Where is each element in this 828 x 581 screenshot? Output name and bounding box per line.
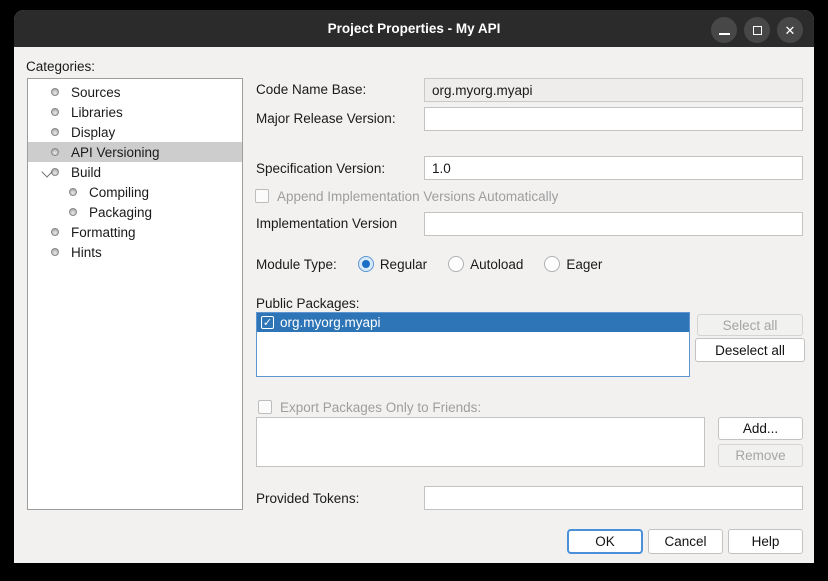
chevron-down-icon[interactable] <box>41 166 52 177</box>
category-bullet-icon <box>51 88 59 96</box>
tree-item-formatting[interactable]: Formatting <box>28 222 242 242</box>
tree-item-label: Compiling <box>89 185 149 200</box>
provided-tokens-label: Provided Tokens: <box>256 491 359 506</box>
add-button[interactable]: Add... <box>718 417 803 440</box>
code-name-base-field[interactable] <box>424 78 803 102</box>
tree-item-label: Packaging <box>89 205 152 220</box>
category-bullet-icon <box>69 188 77 196</box>
tree-item-label: Formatting <box>71 225 136 240</box>
category-bullet-icon <box>69 208 77 216</box>
checked-checkbox-icon[interactable]: ✓ <box>261 316 274 329</box>
module-type-regular[interactable]: Regular <box>358 256 427 272</box>
remove-button: Remove <box>718 444 803 467</box>
package-name: org.myorg.myapi <box>280 315 381 330</box>
export-friends-checkbox <box>258 400 272 414</box>
radio-label: Regular <box>380 257 427 272</box>
category-bullet-icon <box>51 228 59 236</box>
cancel-button[interactable]: Cancel <box>648 529 723 554</box>
categories-tree: Sources Libraries Display API Versioning… <box>27 78 243 510</box>
ok-button[interactable]: OK <box>567 529 643 554</box>
module-type-eager[interactable]: Eager <box>544 256 602 272</box>
radio-unselected-icon[interactable] <box>448 256 464 272</box>
category-bullet-icon <box>51 148 59 156</box>
friends-list-box[interactable] <box>256 417 705 467</box>
window-title: Project Properties - My API <box>328 21 501 36</box>
implementation-version-field[interactable] <box>424 212 803 236</box>
radio-selected-icon[interactable] <box>358 256 374 272</box>
tree-item-hints[interactable]: Hints <box>28 242 242 262</box>
module-type-label: Module Type: <box>256 257 337 272</box>
categories-label: Categories: <box>26 59 95 74</box>
tree-item-compiling[interactable]: Compiling <box>28 182 242 202</box>
code-name-base-label: Code Name Base: <box>256 82 366 97</box>
specification-version-field[interactable] <box>424 156 803 180</box>
minimize-icon <box>719 33 730 35</box>
tree-item-label: Sources <box>71 85 121 100</box>
radio-label: Eager <box>566 257 602 272</box>
tree-item-display[interactable]: Display <box>28 122 242 142</box>
tree-item-label: Build <box>71 165 101 180</box>
maximize-icon <box>753 26 762 35</box>
provided-tokens-field[interactable] <box>424 486 803 510</box>
append-impl-versions-label: Append Implementation Versions Automatic… <box>277 189 558 204</box>
project-properties-dialog: Project Properties - My API ✕ Categories… <box>14 10 814 563</box>
tree-item-label: API Versioning <box>71 145 160 160</box>
tree-item-label: Libraries <box>71 105 123 120</box>
radio-label: Autoload <box>470 257 523 272</box>
window-controls: ✕ <box>711 17 803 43</box>
desktop-background: Project Properties - My API ✕ Categories… <box>0 0 828 581</box>
tree-item-build[interactable]: Build <box>28 162 242 182</box>
major-release-version-field[interactable] <box>424 107 803 131</box>
maximize-button[interactable] <box>744 17 770 43</box>
package-list-item[interactable]: ✓ org.myorg.myapi <box>257 313 689 332</box>
specification-version-label: Specification Version: <box>256 161 385 176</box>
help-button[interactable]: Help <box>728 529 803 554</box>
module-type-group: Module Type: Regular Autoload Eager <box>256 256 602 272</box>
tree-item-label: Hints <box>71 245 102 260</box>
category-bullet-icon <box>51 128 59 136</box>
close-icon: ✕ <box>785 24 796 37</box>
minimize-button[interactable] <box>711 17 737 43</box>
tree-item-api-versioning[interactable]: API Versioning <box>28 142 242 162</box>
tree-item-label: Display <box>71 125 115 140</box>
major-release-version-label: Major Release Version: <box>256 111 396 126</box>
radio-unselected-icon[interactable] <box>544 256 560 272</box>
tree-item-packaging[interactable]: Packaging <box>28 202 242 222</box>
append-impl-versions-checkbox <box>255 189 269 203</box>
select-all-button: Select all <box>697 314 803 336</box>
tree-item-libraries[interactable]: Libraries <box>28 102 242 122</box>
public-packages-list[interactable]: ✓ org.myorg.myapi <box>256 312 690 377</box>
close-button[interactable]: ✕ <box>777 17 803 43</box>
export-friends-label: Export Packages Only to Friends: <box>280 400 481 415</box>
category-bullet-icon <box>51 108 59 116</box>
implementation-version-label: Implementation Version <box>256 216 397 231</box>
module-type-autoload[interactable]: Autoload <box>448 256 523 272</box>
tree-item-sources[interactable]: Sources <box>28 82 242 102</box>
deselect-all-button[interactable]: Deselect all <box>695 338 805 362</box>
public-packages-label: Public Packages: <box>256 296 360 311</box>
category-bullet-icon <box>51 248 59 256</box>
title-bar[interactable]: Project Properties - My API ✕ <box>14 10 814 47</box>
